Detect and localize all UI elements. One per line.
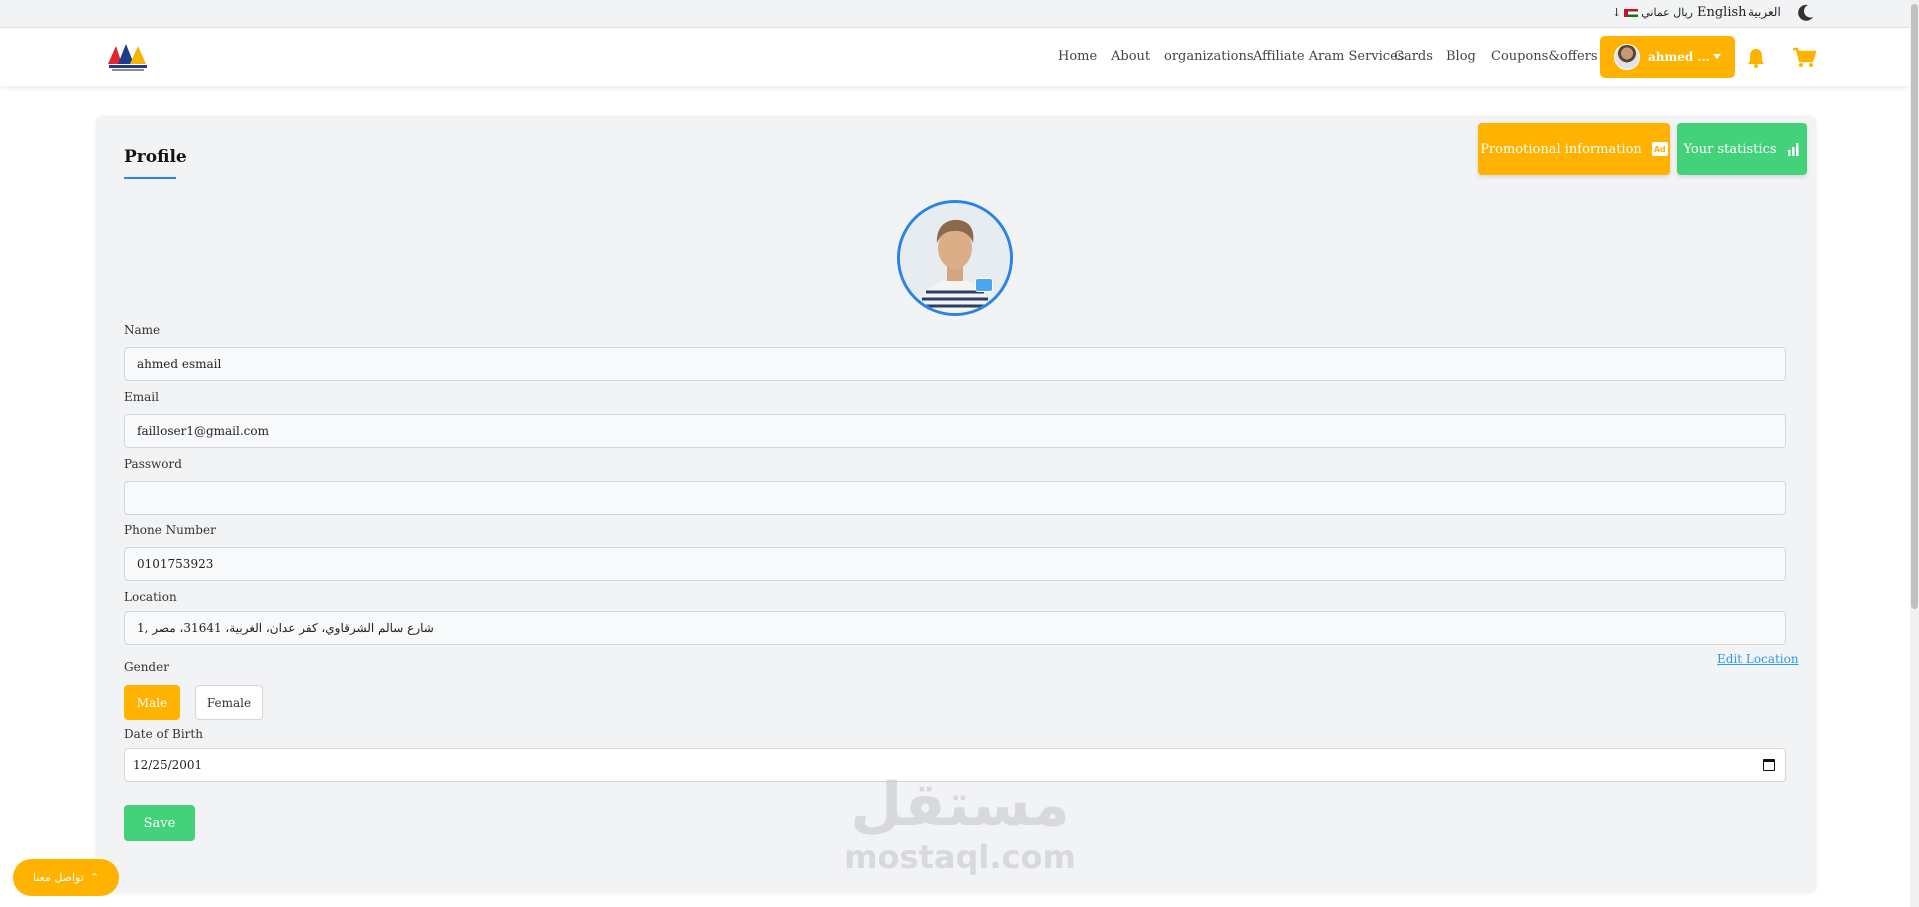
edit-location-link[interactable]: Edit Location: [1717, 652, 1799, 666]
gender-female-button[interactable]: Female: [195, 685, 263, 720]
user-menu-button[interactable]: ahmed ...: [1600, 36, 1735, 78]
watermark-latin: mostaql.com: [844, 838, 1076, 876]
currency-selector[interactable]: ↓ ريال عماني: [1612, 6, 1693, 19]
watermark-arabic: مستقل: [850, 770, 1070, 840]
name-input[interactable]: ahmed esmail: [124, 347, 1786, 381]
chevron-up-icon: ⌃: [89, 871, 100, 884]
watermark: مستقل mostaql.com: [840, 770, 1080, 874]
calendar-icon[interactable]: [1763, 759, 1775, 771]
nav-about[interactable]: About: [1111, 49, 1150, 64]
your-statistics-button[interactable]: Your statistics: [1677, 123, 1807, 175]
oman-flag-icon: [1624, 8, 1639, 17]
bar-chart-icon: [1787, 143, 1799, 156]
nav-affiliate-aram-services[interactable]: Affiliate Aram Services: [1253, 49, 1404, 64]
site-logo[interactable]: [106, 40, 150, 74]
location-label: Location: [124, 590, 177, 604]
name-label: Name: [124, 323, 161, 337]
nav-cards[interactable]: Cards: [1394, 49, 1433, 64]
password-input[interactable]: [124, 481, 1786, 515]
language-english[interactable]: English: [1697, 5, 1747, 20]
nav-coupons-offers[interactable]: Coupons&offers: [1491, 49, 1598, 64]
main-navbar: Home About organizations Affiliate Aram …: [0, 29, 1910, 86]
promotional-information-button[interactable]: Promotional information Ad: [1478, 123, 1670, 175]
promotional-information-label: Promotional information: [1480, 141, 1642, 157]
bell-icon[interactable]: [1745, 47, 1767, 69]
email-input[interactable]: failloser1@gmail.com: [124, 414, 1786, 448]
email-label: Email: [124, 390, 159, 404]
profile-avatar[interactable]: [897, 200, 1013, 316]
user-name: ahmed ...: [1648, 50, 1710, 64]
page-title: Profile: [124, 147, 187, 167]
nav-blog[interactable]: Blog: [1446, 49, 1476, 64]
password-label: Password: [124, 457, 182, 471]
phone-label: Phone Number: [124, 523, 216, 537]
ad-icon: Ad: [1651, 142, 1668, 156]
gender-label: Gender: [124, 660, 169, 674]
vertical-scrollbar[interactable]: [1910, 0, 1919, 907]
cart-icon[interactable]: [1792, 47, 1816, 69]
dob-label: Date of Birth: [124, 727, 203, 741]
phone-input[interactable]: 0101753923: [124, 547, 1786, 581]
user-avatar: [1614, 44, 1640, 70]
arrow-down-icon: ↓: [1612, 6, 1622, 19]
nav-organizations[interactable]: organizations: [1164, 49, 1254, 64]
language-arabic[interactable]: العربية: [1748, 5, 1781, 19]
profile-photo: [900, 203, 1010, 313]
save-button[interactable]: Save: [124, 805, 195, 841]
currency-label: ريال عماني: [1641, 6, 1693, 19]
chevron-down-icon: [1713, 54, 1721, 59]
moon-icon[interactable]: [1795, 3, 1815, 23]
contact-label: تواصل معنا: [32, 871, 84, 884]
scrollbar-thumb[interactable]: [1911, 4, 1918, 609]
top-utility-bar: ↓ ريال عماني English العربية: [0, 0, 1919, 28]
title-underline: [124, 177, 176, 179]
location-input[interactable]: شارع سالم الشرقاوي، كفر عدان، الغربية، 3…: [124, 611, 1786, 645]
your-statistics-label: Your statistics: [1683, 141, 1777, 157]
camera-icon[interactable]: [975, 278, 993, 292]
nav-home[interactable]: Home: [1058, 49, 1097, 64]
gender-male-button[interactable]: Male: [124, 685, 180, 720]
contact-us-button[interactable]: تواصل معنا ⌃: [13, 859, 119, 896]
dob-value: 12/25/2001: [133, 758, 203, 772]
